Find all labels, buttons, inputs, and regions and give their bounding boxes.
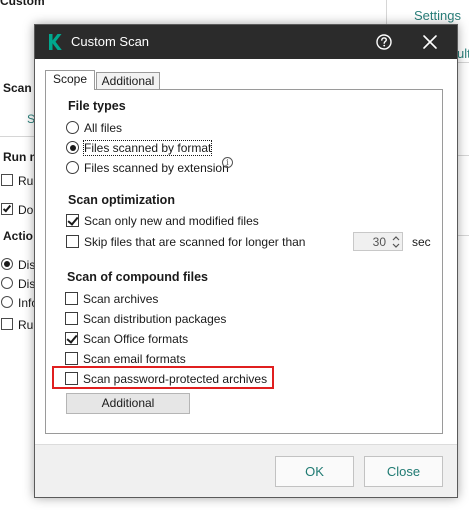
ok-button[interactable]: OK	[275, 456, 354, 487]
checkbox-scan-only-new-label: Scan only new and modified files	[84, 214, 259, 228]
bg-settings-link[interactable]: Settings	[414, 8, 461, 23]
checkbox[interactable]	[66, 235, 79, 248]
checkbox-scan-email-formats-label: Scan email formats	[83, 352, 186, 366]
dialog-titlebar[interactable]: Custom Scan	[35, 25, 457, 59]
checkbox-scan-distribution-packages-label: Scan distribution packages	[83, 312, 227, 326]
tab-additional-label: Additional	[101, 74, 155, 88]
bg-do-checkbox[interactable]	[1, 203, 13, 215]
chevron-down-icon[interactable]	[390, 242, 402, 250]
checkbox-scan-archives-label: Scan archives	[83, 292, 159, 306]
checkbox-skip-long-files-label: Skip files that are scanned for longer t…	[84, 235, 306, 249]
radio-button[interactable]	[66, 121, 79, 134]
highlight-annotation-box	[52, 366, 274, 389]
check-mark-icon	[2, 203, 12, 213]
skip-seconds-unit: sec	[412, 235, 431, 249]
bg-info-radio[interactable]	[1, 296, 13, 308]
chevron-up-icon[interactable]	[390, 234, 402, 242]
checkbox[interactable]	[65, 292, 78, 305]
bg-dis-radio-2[interactable]	[1, 277, 13, 289]
radio-files-by-format-label: Files scanned by format	[82, 140, 213, 156]
file-types-heading: File types	[68, 99, 126, 113]
tab-scope-label: Scope	[52, 72, 88, 86]
bg-divider	[458, 235, 469, 236]
dialog-footer: OK Close	[35, 444, 457, 497]
additional-button[interactable]: Additional	[66, 393, 190, 414]
checkbox[interactable]	[65, 312, 78, 325]
bg-run-checkbox[interactable]	[1, 174, 13, 186]
custom-scan-dialog: Custom Scan Scope Additional File types …	[34, 24, 458, 498]
checkbox[interactable]	[65, 352, 78, 365]
help-circle-icon[interactable]	[375, 33, 393, 51]
radio-files-by-extension-label: Files scanned by extension	[84, 161, 229, 175]
radio-button[interactable]	[66, 141, 79, 154]
bg-divider	[0, 136, 34, 137]
bg-dis-radio-1[interactable]	[1, 258, 13, 270]
bg-do-label: Do	[18, 203, 34, 217]
bg-right-fragment: ult	[457, 46, 469, 61]
radio-all-files-label: All files	[84, 121, 123, 135]
close-x-icon[interactable]	[421, 33, 439, 51]
info-icon[interactable]: i	[222, 157, 233, 168]
skip-seconds-value[interactable]: 30	[358, 235, 386, 249]
tab-additional[interactable]: Additional	[96, 72, 160, 90]
checkbox[interactable]	[65, 332, 78, 345]
bg-top-label: Custom	[0, 0, 45, 8]
scan-optimization-heading: Scan optimization	[68, 193, 175, 207]
bg-run-checkbox-2[interactable]	[1, 318, 13, 330]
skip-seconds-spinner[interactable]: 30	[353, 232, 403, 251]
kaspersky-k-icon	[49, 34, 62, 50]
tab-scope[interactable]: Scope	[45, 70, 95, 90]
checkbox-scan-office-formats-label: Scan Office formats	[83, 332, 189, 346]
bg-dis-label-1: Dis	[18, 258, 36, 272]
bg-dis-label-2: Dis	[18, 277, 36, 291]
compound-files-heading: Scan of compound files	[67, 270, 208, 284]
bg-action-heading: Actio	[3, 229, 33, 243]
checkbox[interactable]	[66, 214, 79, 227]
bg-divider	[458, 62, 469, 63]
radio-button[interactable]	[66, 161, 79, 174]
close-button[interactable]: Close	[364, 456, 443, 487]
bg-divider	[458, 155, 469, 156]
dialog-title: Custom Scan	[71, 34, 150, 49]
